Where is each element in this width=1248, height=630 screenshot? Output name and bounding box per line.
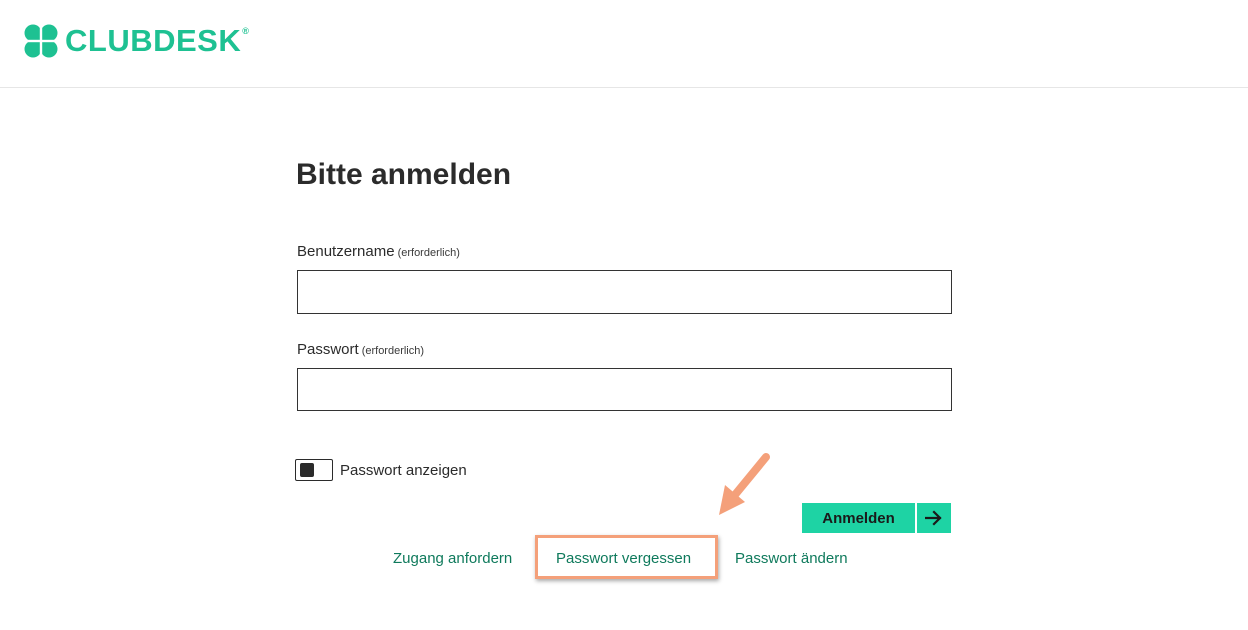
footer-links: Zugang anfordern Passwort vergessen Pass…: [0, 549, 1248, 569]
clover-icon: [24, 24, 58, 58]
forgot-password-link[interactable]: Passwort vergessen: [556, 549, 691, 569]
password-required-hint: (erforderlich): [361, 345, 425, 357]
password-label-text: Passwort: [297, 341, 359, 358]
login-arrow-button[interactable]: [917, 503, 951, 533]
username-label-text: Benutzername: [297, 243, 395, 260]
arrow-right-icon: [925, 510, 942, 526]
username-required-hint: (erforderlich): [397, 247, 460, 259]
logo-text: CLUBDESK: [65, 23, 242, 58]
username-input[interactable]: [297, 270, 952, 314]
change-password-link[interactable]: Passwort ändern: [735, 549, 848, 569]
registered-mark: ®: [242, 26, 249, 36]
password-input[interactable]: [297, 368, 952, 411]
login-button[interactable]: Anmelden: [802, 503, 915, 533]
show-password-row[interactable]: Passwort anzeigen: [295, 459, 467, 481]
show-password-label[interactable]: Passwort anzeigen: [340, 462, 467, 479]
login-button-group: Anmelden: [802, 503, 951, 533]
clubdesk-logo[interactable]: CLUBDESK ®: [22, 22, 249, 60]
request-access-link[interactable]: Zugang anfordern: [393, 549, 512, 569]
show-password-toggle[interactable]: [295, 459, 333, 481]
annotation-arrow-icon: [719, 453, 770, 515]
password-label: Passwort (erforderlich): [297, 340, 424, 361]
toggle-knob: [300, 463, 314, 477]
page-header: CLUBDESK ®: [0, 0, 1248, 88]
page-title: Bitte anmelden: [296, 158, 512, 191]
username-label: Benutzername (erforderlich): [297, 242, 460, 263]
